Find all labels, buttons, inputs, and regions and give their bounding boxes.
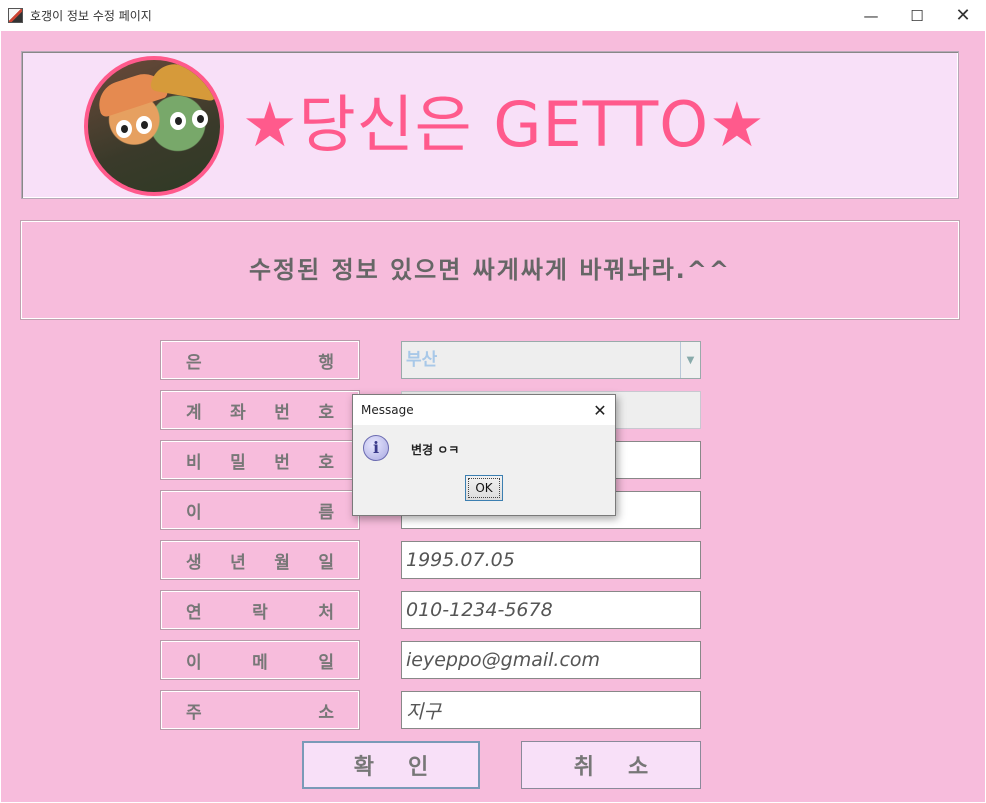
address-label-char: 소: [318, 702, 334, 723]
name-label-char: 름: [318, 502, 334, 523]
close-button[interactable]: ✕: [940, 0, 986, 31]
email-field[interactable]: ieyeppo@gmail.com: [401, 641, 701, 679]
dialog-close-icon[interactable]: ✕: [585, 395, 615, 425]
phone-field[interactable]: 010-1234-5678: [401, 591, 701, 629]
eye-shape: [170, 112, 186, 130]
email-label: 이 메 일: [160, 640, 360, 680]
password-label-char: 호: [318, 452, 334, 473]
ok-button[interactable]: OK: [465, 475, 503, 501]
account-label-char: 좌: [230, 402, 246, 423]
maximize-button[interactable]: ☐: [894, 0, 940, 31]
account-label: 계 좌 번 호: [160, 390, 360, 430]
account-label-char: 계: [186, 402, 202, 423]
phone-label: 연 락 처: [160, 590, 360, 630]
phone-label-char: 연: [186, 602, 202, 623]
name-label: 이 름: [160, 490, 360, 530]
name-label-char: 이: [186, 502, 202, 523]
confirm-button[interactable]: 확인: [302, 741, 480, 789]
dialog-message: 변경 ㅇㅋ: [411, 443, 460, 457]
birth-field[interactable]: 1995.07.05: [401, 541, 701, 579]
eye-shape: [116, 120, 132, 138]
account-label-char: 호: [318, 402, 334, 423]
bank-label-char: 행: [318, 352, 334, 373]
birth-label-char: 일: [318, 552, 334, 573]
phone-label-char: 락: [252, 602, 268, 623]
bank-label: 은 행: [160, 340, 360, 380]
password-label-char: 비: [186, 452, 202, 473]
birth-label-char: 월: [274, 552, 290, 573]
birth-label-char: 년: [230, 552, 246, 573]
dialog-title: Message: [361, 403, 414, 417]
window-titlebar: 호갱이 정보 수정 페이지 — ☐ ✕: [0, 0, 986, 31]
birth-label: 생 년 월 일: [160, 540, 360, 580]
address-label: 주 소: [160, 690, 360, 730]
email-label-char: 일: [318, 652, 334, 673]
password-label-char: 번: [274, 452, 290, 473]
info-icon: i: [363, 435, 389, 461]
address-label-char: 주: [186, 702, 202, 723]
chevron-down-icon[interactable]: ▼: [680, 342, 700, 378]
bank-select[interactable]: 부산 ▼: [401, 341, 701, 379]
avatar: [84, 56, 224, 196]
account-label-char: 번: [274, 402, 290, 423]
minimize-button[interactable]: —: [848, 0, 894, 31]
cancel-button[interactable]: 취소: [521, 741, 701, 789]
bank-select-value: 부산: [406, 350, 438, 370]
password-label: 비 밀 번 호: [160, 440, 360, 480]
phone-label-char: 처: [318, 602, 334, 623]
banner-title: ★당신은 GETTO★: [242, 88, 766, 161]
message-text: 수정된 정보 있으면 싸게싸게 바꿔놔라.^^: [248, 256, 732, 284]
bank-label-char: 은: [186, 352, 202, 373]
banner: ★당신은 GETTO★: [21, 51, 959, 199]
address-field[interactable]: 지구: [401, 691, 701, 729]
dialog-titlebar: Message ✕: [353, 395, 615, 425]
message-dialog: Message ✕ i 변경 ㅇㅋ OK: [352, 394, 616, 516]
window-title: 호갱이 정보 수정 페이지: [30, 9, 152, 23]
app-icon: [8, 8, 23, 23]
eye-shape: [192, 110, 208, 128]
birth-label-char: 생: [186, 552, 202, 573]
password-label-char: 밀: [230, 452, 246, 473]
email-label-char: 이: [186, 652, 202, 673]
email-label-char: 메: [252, 652, 268, 673]
message-panel: 수정된 정보 있으면 싸게싸게 바꿔놔라.^^: [20, 220, 960, 320]
eye-shape: [136, 116, 152, 134]
